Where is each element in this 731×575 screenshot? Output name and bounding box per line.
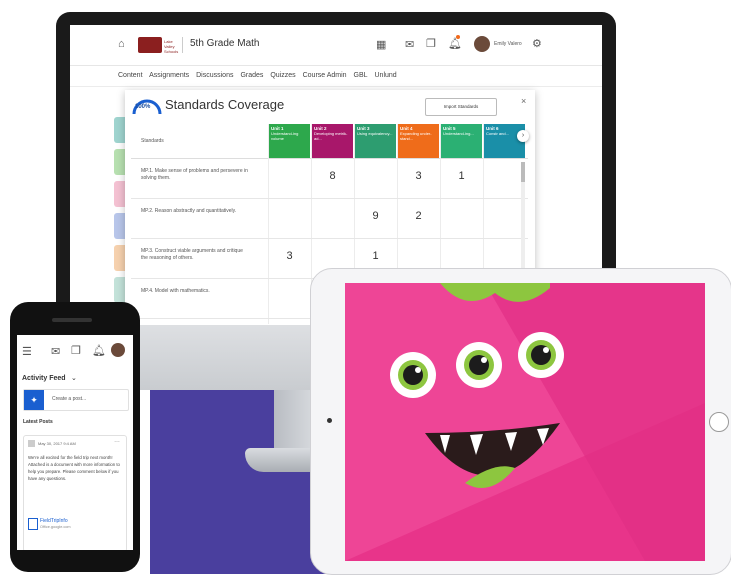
chat-icon[interactable]: ❐ bbox=[426, 37, 436, 50]
nav-quizzes[interactable]: Quizzes bbox=[270, 72, 295, 79]
coverage-cell[interactable]: 2 bbox=[398, 210, 439, 222]
unit-header[interactable]: Unit 3 Using equivalency... bbox=[355, 124, 396, 158]
home-icon[interactable]: ⌂ bbox=[118, 38, 125, 50]
modal-title: Standards Coverage bbox=[165, 97, 285, 112]
chevron-down-icon[interactable]: ⌄ bbox=[71, 374, 77, 382]
bell-icon[interactable]: 🔔︎ bbox=[448, 37, 462, 50]
coverage-cell[interactable]: 9 bbox=[355, 210, 396, 222]
unit-sub: Understand-ing volume bbox=[271, 131, 299, 141]
latest-posts-heading: Latest Posts bbox=[23, 419, 53, 425]
gear-icon[interactable]: ⚙ bbox=[532, 37, 542, 50]
standard-label: MP.3. Construct viable arguments and cri… bbox=[141, 248, 243, 261]
coverage-cell[interactable]: 8 bbox=[312, 170, 353, 182]
unit-sub: Understand-ing... bbox=[443, 131, 474, 136]
nav-assignments[interactable]: Assignments bbox=[149, 72, 189, 79]
tablet-home-button[interactable] bbox=[709, 412, 729, 432]
post-date: May 30, 2017 9:4 AM bbox=[38, 441, 76, 446]
phone-screen: ☰ ✉ ❐ 🔔︎ Activity Feed ⌄ ✦ Create a post… bbox=[17, 335, 133, 550]
attachment-name[interactable]: FieldTripInfo bbox=[40, 518, 68, 524]
chat-icon[interactable]: ❐ bbox=[71, 344, 81, 357]
org-name: Lake Valley Schools bbox=[164, 39, 179, 54]
attachment-meta: Office.google.com bbox=[40, 525, 71, 529]
post-text: We're all excited for the field trip nex… bbox=[28, 455, 120, 481]
table-header: Standards Unit 1 Understand-ing volume Un… bbox=[131, 124, 528, 159]
top-bar: ⌂ Lake Valley Schools 5th Grade Math ▦ ✉… bbox=[70, 25, 602, 66]
divider bbox=[182, 37, 183, 53]
course-nav: Content Assignments Discussions Grades Q… bbox=[70, 65, 602, 87]
coverage-percent: 100% bbox=[135, 104, 151, 110]
standard-label: MP.1. Make sense of problems and perseve… bbox=[141, 168, 248, 181]
next-columns-button[interactable]: › bbox=[517, 130, 529, 142]
unit-header[interactable]: Unit 1 Understand-ing volume bbox=[269, 124, 310, 158]
tablet-camera bbox=[327, 418, 332, 423]
unit-sub: Using equivalency... bbox=[357, 131, 393, 136]
unit-sub: Expanding under-stand... bbox=[400, 131, 432, 141]
unit-header[interactable]: Unit 2 Developing metrik-ad... bbox=[312, 124, 353, 158]
unit-sub: Constr and... bbox=[486, 131, 509, 136]
scrollbar-thumb[interactable] bbox=[521, 162, 525, 182]
unit-header[interactable]: Unit 4 Expanding under-stand... bbox=[398, 124, 439, 158]
coverage-cell[interactable]: 1 bbox=[355, 250, 396, 262]
post-card[interactable]: May 30, 2017 9:4 AM … We're all excited … bbox=[23, 435, 127, 550]
tablet-screen bbox=[345, 283, 705, 561]
post-icon bbox=[28, 440, 35, 447]
unit-header[interactable]: Unit 5 Understand-ing... bbox=[441, 124, 482, 158]
activity-feed-title[interactable]: Activity Feed bbox=[22, 375, 66, 382]
nav-content[interactable]: Content bbox=[118, 72, 143, 79]
phone-speaker bbox=[52, 318, 92, 322]
nav-unlund[interactable]: Unlund bbox=[375, 72, 397, 79]
coverage-cell[interactable]: 3 bbox=[269, 250, 310, 262]
avatar[interactable] bbox=[111, 343, 125, 357]
more-options-icon[interactable]: … bbox=[114, 438, 120, 444]
document-icon[interactable] bbox=[28, 518, 38, 530]
table-row: MP.2. Reason abstractly and quantitative… bbox=[131, 198, 528, 239]
import-standards-button[interactable]: Import Standards bbox=[425, 98, 497, 116]
user-name[interactable]: Emily Valero bbox=[494, 41, 522, 47]
standards-column-header: Standards bbox=[141, 138, 164, 144]
create-post-box[interactable]: ✦ Create a post... bbox=[23, 389, 129, 411]
nav-grades[interactable]: Grades bbox=[240, 72, 263, 79]
mail-icon[interactable]: ✉ bbox=[405, 38, 414, 51]
compose-icon[interactable]: ✦ bbox=[24, 390, 44, 410]
bell-icon[interactable]: 🔔︎ bbox=[92, 344, 106, 357]
grid-icon[interactable]: ▦ bbox=[376, 38, 386, 51]
monster-illustration bbox=[345, 283, 705, 561]
course-title[interactable]: 5th Grade Math bbox=[190, 38, 259, 49]
coverage-cell[interactable]: 3 bbox=[398, 170, 439, 182]
table-row: MP.1. Make sense of problems and perseve… bbox=[131, 158, 528, 199]
nav-course-admin[interactable]: Course Admin bbox=[303, 72, 347, 79]
standard-label: MP.4. Model with mathematics. bbox=[141, 288, 210, 294]
notification-dot bbox=[456, 35, 460, 39]
create-post-placeholder: Create a post... bbox=[52, 396, 87, 402]
close-icon[interactable]: × bbox=[521, 96, 526, 106]
mail-icon[interactable]: ✉ bbox=[51, 345, 60, 358]
coverage-cell[interactable]: 1 bbox=[441, 170, 482, 182]
nav-gbl[interactable]: GBL bbox=[354, 72, 368, 79]
unit-sub: Developing metrik-ad... bbox=[314, 131, 348, 141]
school-logo[interactable] bbox=[138, 37, 162, 53]
standard-label: MP.2. Reason abstractly and quantitative… bbox=[141, 208, 237, 214]
nav-discussions[interactable]: Discussions bbox=[196, 72, 233, 79]
menu-icon[interactable]: ☰ bbox=[22, 345, 32, 358]
avatar[interactable] bbox=[474, 36, 490, 52]
